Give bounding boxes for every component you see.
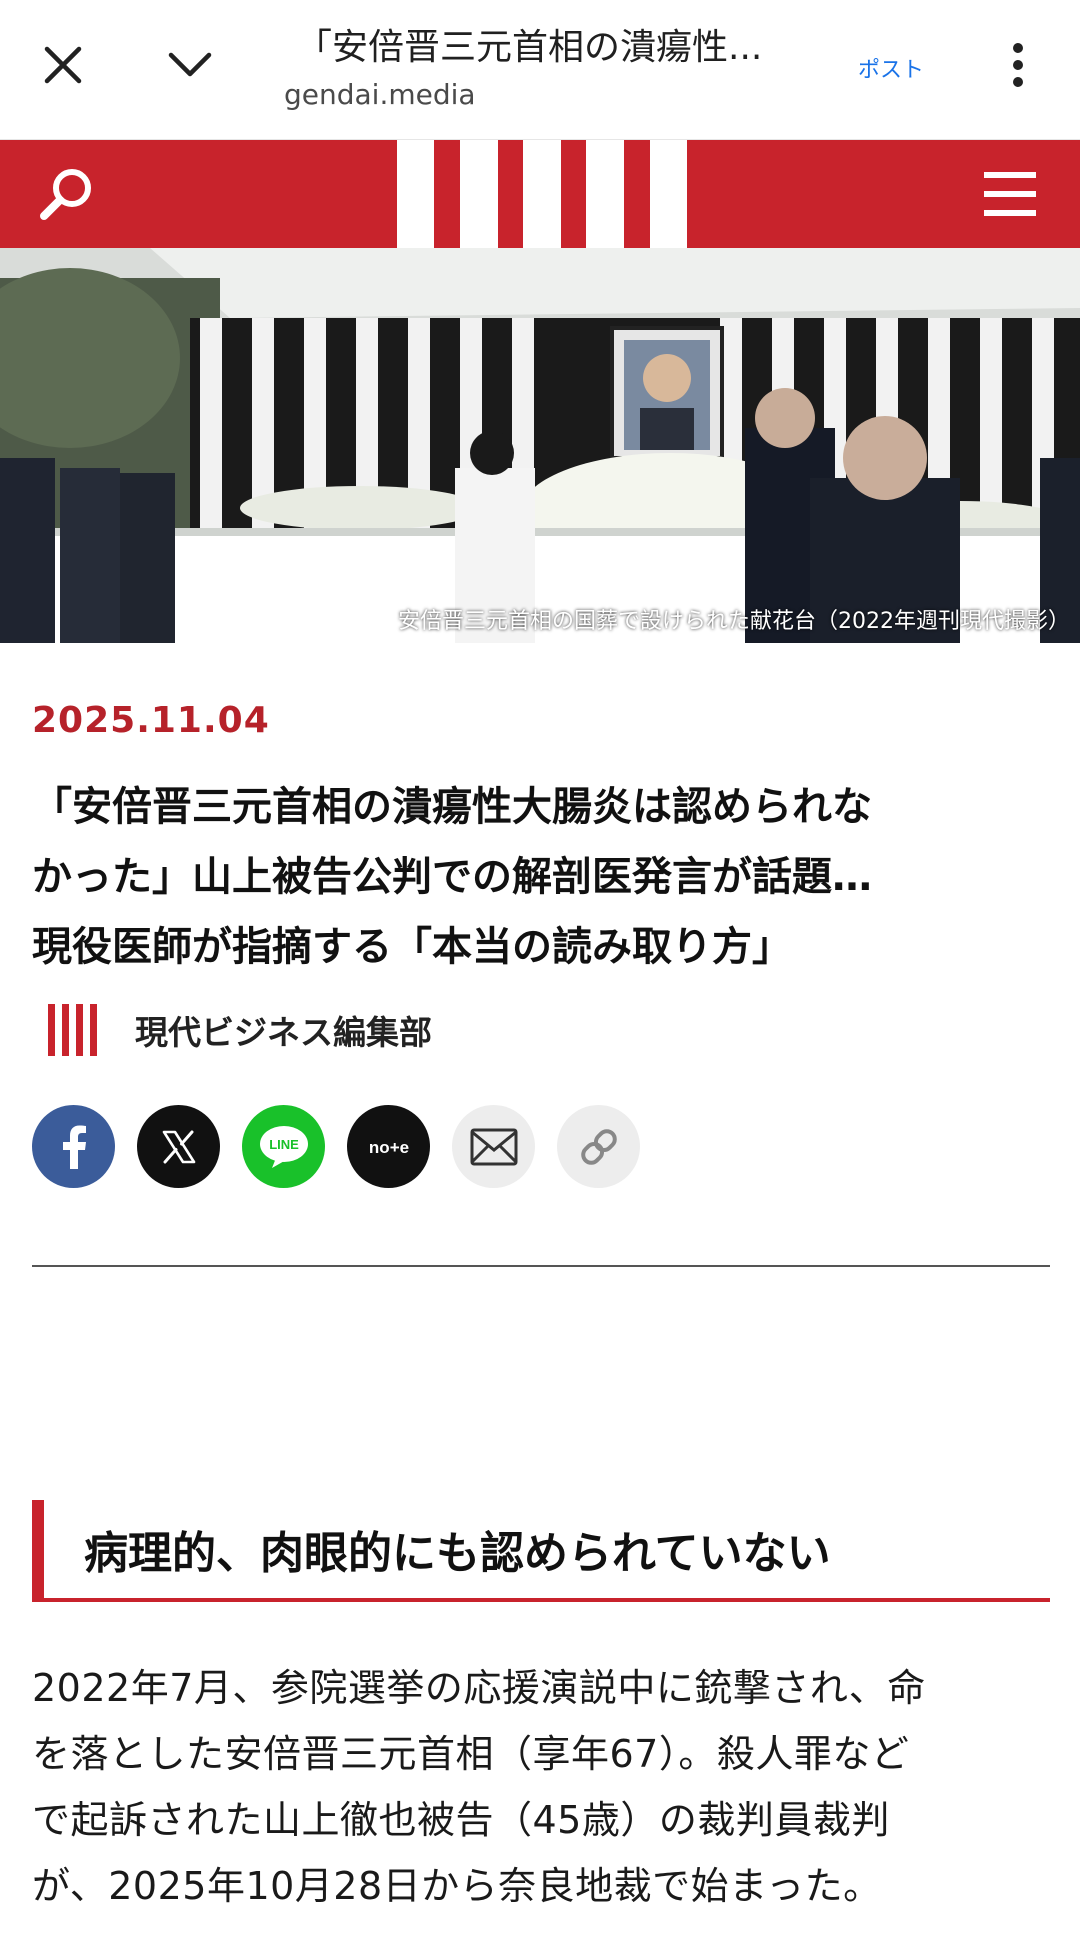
author-logo-icon xyxy=(48,1004,97,1056)
more-vert-icon xyxy=(1013,43,1023,87)
body-line: で起訴された山上徹也被告（45歳）の裁判員裁判 xyxy=(32,1798,890,1842)
hamburger-menu-icon xyxy=(984,172,1036,216)
share-x-button[interactable] xyxy=(137,1105,220,1188)
body-line: が、2025年10月28日から奈良地裁で始まった。 xyxy=(32,1864,882,1908)
author-byline[interactable]: 現代ビジネス編集部 xyxy=(48,1004,432,1056)
search-button[interactable] xyxy=(34,162,100,228)
share-facebook-button[interactable] xyxy=(32,1105,115,1188)
mail-icon xyxy=(470,1128,517,1165)
share-mail-button[interactable] xyxy=(452,1105,535,1188)
menu-button[interactable] xyxy=(980,168,1040,220)
more-options-button[interactable] xyxy=(990,30,1046,100)
hero-photo-illustration xyxy=(0,248,1080,643)
hero-image: 安倍晋三元首相の国葬で設けられた献花台（2022年週刊現代撮影） xyxy=(0,248,1080,643)
chevron-down-icon xyxy=(168,52,212,77)
hero-caption: 安倍晋三元首相の国葬で設けられた献花台（2022年週刊現代撮影） xyxy=(398,609,1070,634)
share-buttons: LINE no+e xyxy=(32,1105,640,1188)
link-icon xyxy=(580,1128,617,1165)
note-icon-label: no+e xyxy=(368,1138,408,1157)
x-icon xyxy=(162,1130,195,1163)
body-line: 2022年7月、参院選挙の応援演説中に銃撃され、命 xyxy=(32,1666,926,1710)
publish-date: 2025.11.04 xyxy=(32,700,270,741)
site-header xyxy=(0,140,1080,248)
page-title: 「安倍晋三元首相の潰瘍性... xyxy=(296,27,763,68)
article-body: 2022年7月、参院選挙の応援演説中に銃撃され、命 を落とした安倍晋三元首相（享… xyxy=(32,1655,1052,1919)
collapse-button[interactable] xyxy=(155,30,225,100)
browser-toolbar: 「安倍晋三元首相の潰瘍性... gendai.media ポスト xyxy=(0,0,1080,140)
share-note-button[interactable]: no+e xyxy=(347,1105,430,1188)
close-button[interactable] xyxy=(28,30,98,100)
svg-text:LINE: LINE xyxy=(269,1137,299,1152)
post-button[interactable]: ポスト xyxy=(858,52,924,84)
section-heading-text: 病理的、肉眼的にも認められていない xyxy=(84,1528,831,1579)
article-title-line: 現役医師が指摘する「本当の読み取り方」 xyxy=(32,924,792,970)
page-domain: gendai.media xyxy=(284,78,476,111)
share-copy-link-button[interactable] xyxy=(557,1105,640,1188)
divider xyxy=(32,1265,1050,1267)
close-icon xyxy=(44,46,82,84)
section-heading: 病理的、肉眼的にも認められていない xyxy=(32,1500,1050,1602)
facebook-icon xyxy=(62,1125,86,1169)
gendai-logo[interactable] xyxy=(397,140,687,248)
article-title: 「安倍晋三元首相の潰瘍性大腸炎は認められな かった」山上被告公判での解剖医発言が… xyxy=(32,772,1052,982)
line-icon: LINE xyxy=(259,1125,308,1168)
body-line: を落とした安倍晋三元首相（享年67）。殺人罪など xyxy=(32,1732,910,1776)
search-icon xyxy=(40,169,91,220)
share-line-button[interactable]: LINE xyxy=(242,1105,325,1188)
article-title-line: かった」山上被告公判での解剖医発言が話題… xyxy=(32,854,872,900)
author-name: 現代ビジネス編集部 xyxy=(135,1013,432,1052)
article-title-line: 「安倍晋三元首相の潰瘍性大腸炎は認められな xyxy=(32,784,872,830)
note-icon: no+e xyxy=(368,1138,408,1157)
